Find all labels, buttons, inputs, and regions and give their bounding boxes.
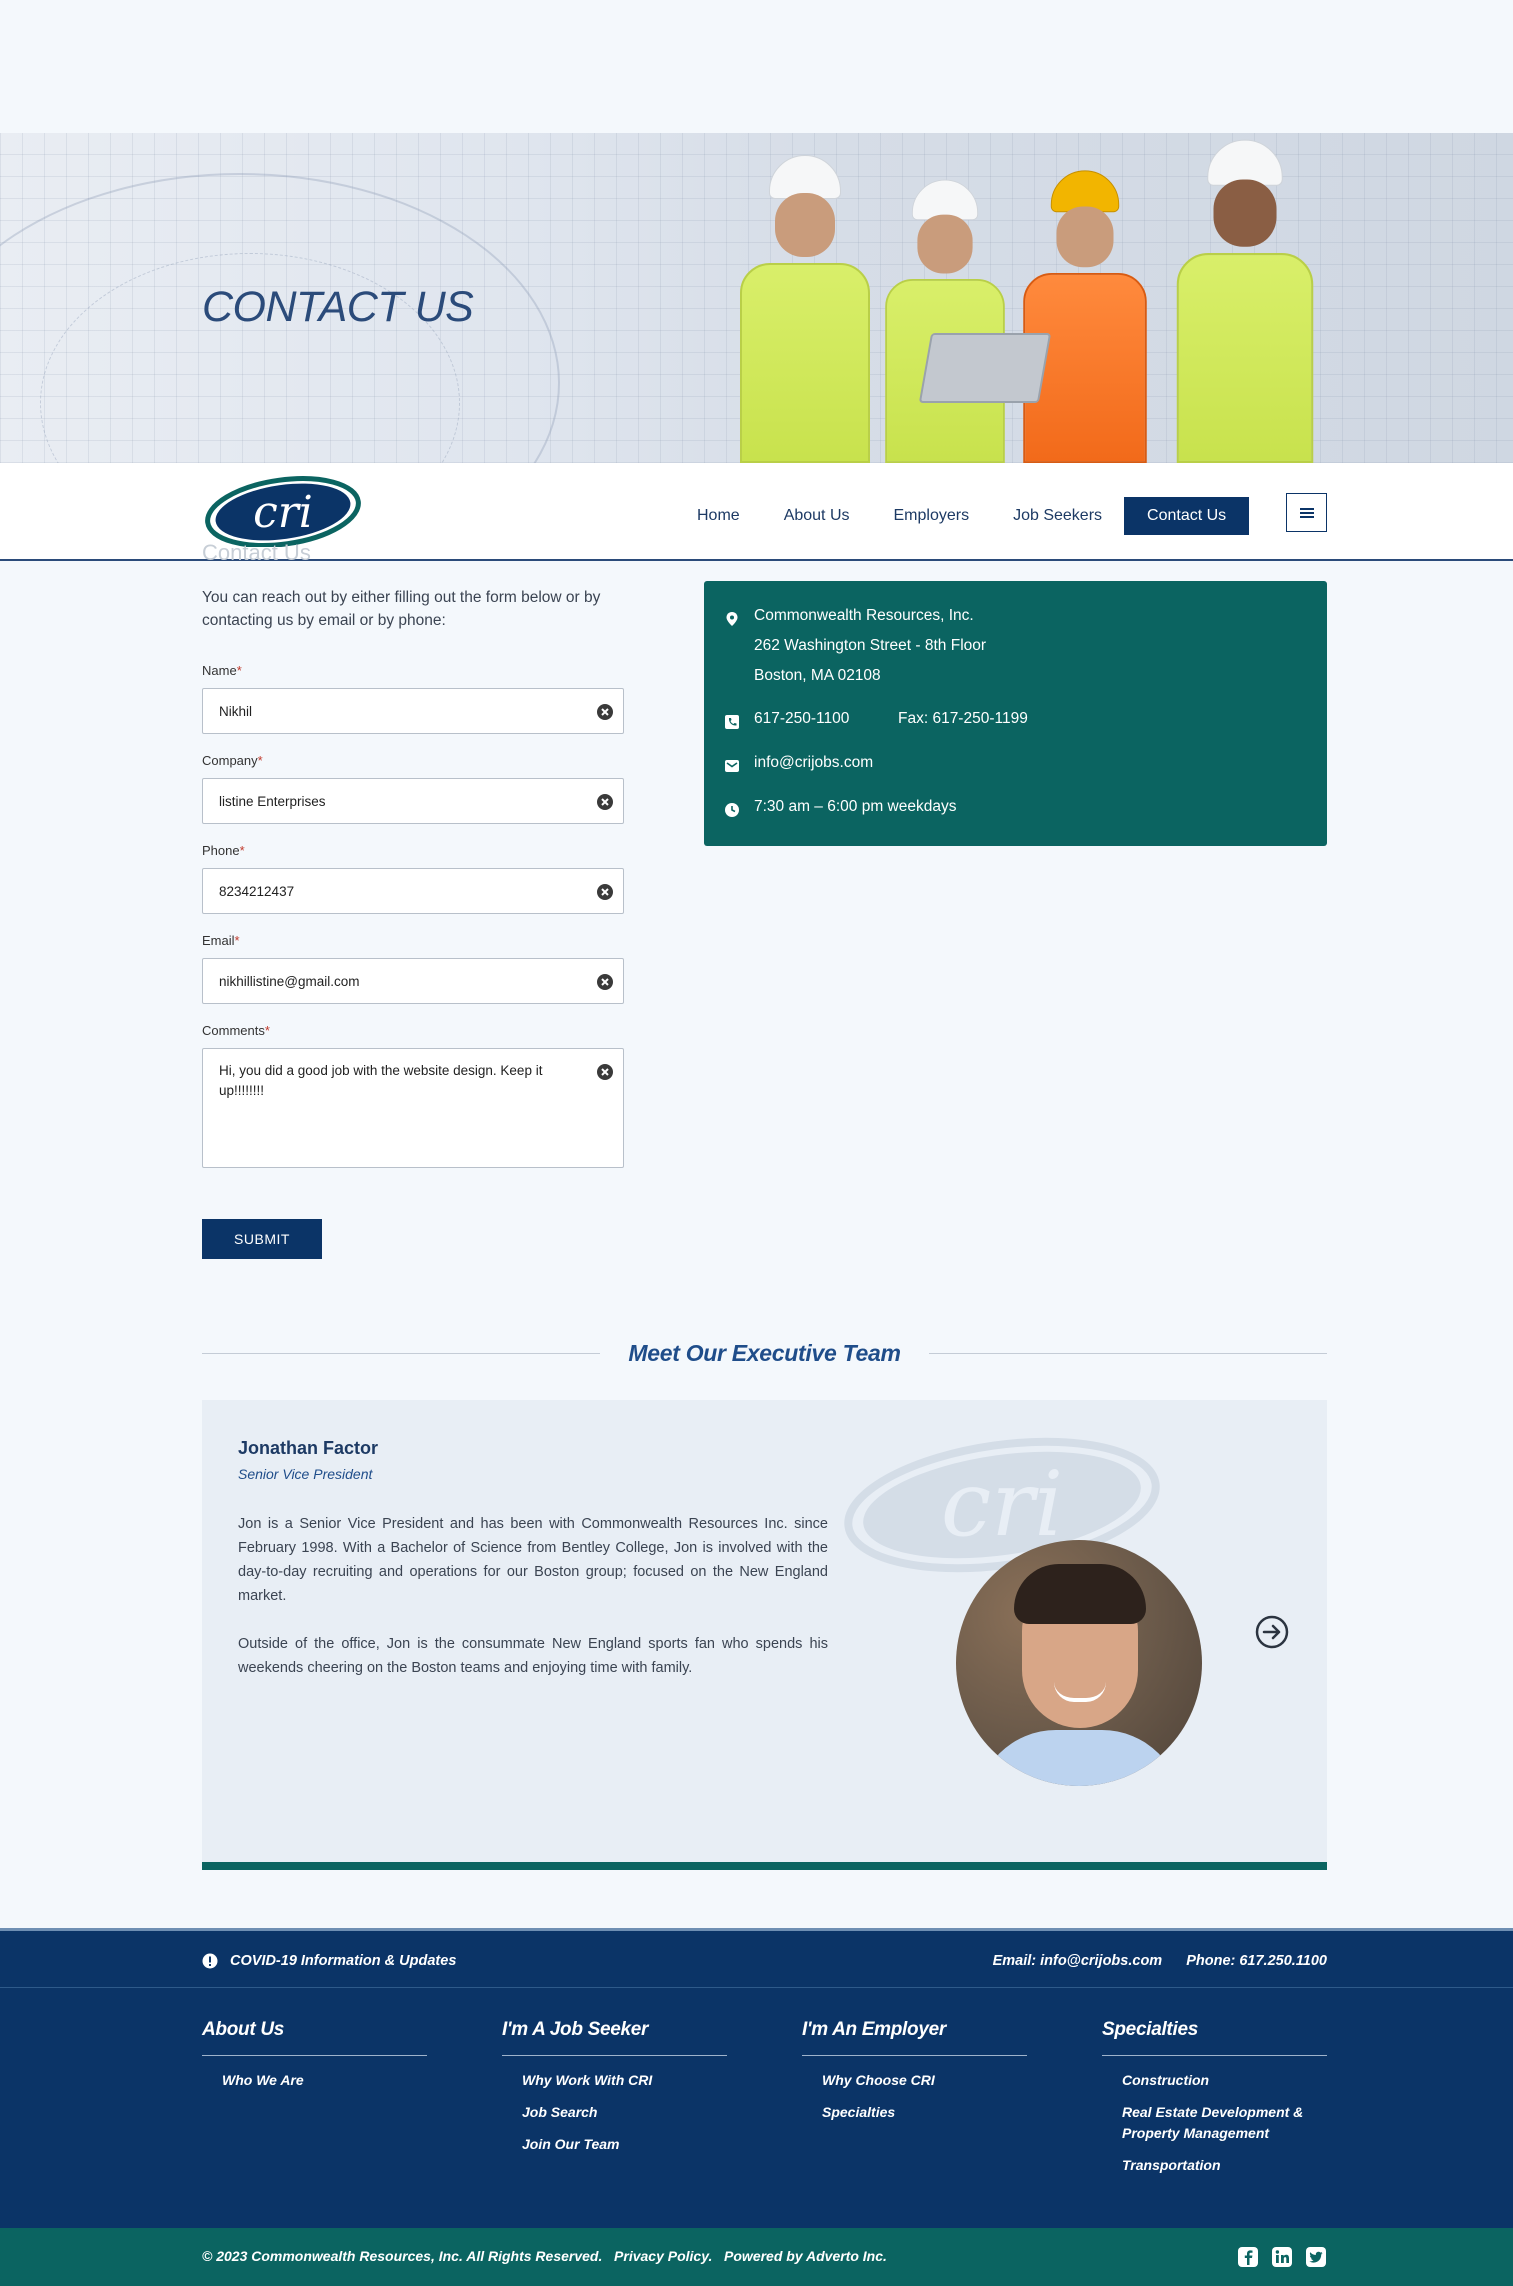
copyright-line: © 2023 Commonwealth Resources, Inc. All …	[202, 2248, 887, 2264]
footer-column-title: I'm A Job Seeker	[502, 2019, 727, 2056]
covid-link[interactable]: COVID-19 Information & Updates	[202, 1953, 456, 1969]
office-hours: 7:30 am – 6:00 pm weekdays	[754, 798, 957, 815]
hamburger-icon	[1299, 507, 1314, 518]
location-pin-icon	[726, 612, 738, 626]
phone-value: 8234212437	[219, 884, 295, 899]
copyright-text: © 2023 Commonwealth Resources, Inc. All …	[202, 2248, 603, 2264]
laptop-icon	[918, 333, 1052, 403]
executive-team-slider: cri Jonathan Factor Senior Vice Presiden…	[202, 1400, 1327, 1870]
footer-link[interactable]: Construction	[1122, 2070, 1327, 2091]
social-links	[1237, 2246, 1327, 2268]
footer-column-specialties: Specialties Construction Real Estate Dev…	[1102, 2019, 1327, 2187]
form-intro: You can reach out by either filling out …	[202, 589, 601, 629]
company-label: Company*	[202, 753, 263, 768]
hamburger-menu-button[interactable]	[1286, 493, 1327, 532]
fax-number: Fax: 617-250-1199	[898, 710, 1028, 727]
clear-icon[interactable]	[596, 1063, 614, 1081]
covid-link-text: COVID-19 Information & Updates	[230, 1953, 457, 1969]
team-heading-text: Meet Our Executive Team	[628, 1339, 901, 1366]
ghost-heading: Contact Us	[202, 540, 311, 565]
footer-column-employer: I'm An Employer Why Choose CRI Specialti…	[802, 2019, 1027, 2134]
exec-portrait	[956, 1540, 1202, 1786]
street-address: 262 Washington Street - 8th Floor	[754, 637, 987, 654]
worker-figure	[740, 155, 870, 463]
email-value: nikhillistine@gmail.com	[219, 974, 360, 989]
footer-link[interactable]: Transportation	[1122, 2155, 1327, 2176]
email-label: Email*	[202, 933, 240, 948]
name-field[interactable]: Nikhil	[202, 688, 624, 734]
phone-link[interactable]: 617-250-1100	[754, 708, 849, 730]
footer-phone-link[interactable]: Phone: 617.250.1100	[1186, 1953, 1327, 1969]
exec-bio-paragraph: Jon is a Senior Vice President and has b…	[238, 1516, 828, 1604]
nav-contact-us[interactable]: Contact Us	[1124, 497, 1250, 535]
nav-home[interactable]: Home	[675, 497, 762, 535]
svg-text:cri: cri	[941, 1452, 1063, 1557]
clear-icon[interactable]	[596, 973, 614, 991]
footer-link[interactable]: Real Estate Development & Property Manag…	[1122, 2102, 1327, 2144]
contact-info-card: Commonwealth Resources, Inc. 262 Washing…	[704, 581, 1327, 846]
exec-bio-paragraph: Outside of the office, Jon is the consum…	[238, 1636, 828, 1676]
envelope-icon	[725, 760, 739, 772]
company-field[interactable]: listine Enterprises	[202, 778, 624, 824]
nav-employers[interactable]: Employers	[872, 497, 992, 535]
exec-title: Senior Vice President	[238, 1466, 373, 1482]
exec-name: Jonathan Factor	[238, 1438, 379, 1458]
phone-field[interactable]: 8234212437	[202, 868, 624, 914]
comments-label: Comments*	[202, 1023, 270, 1038]
footer-link[interactable]: Join Our Team	[522, 2134, 727, 2155]
worker-figure	[1023, 170, 1147, 463]
footer-column-title: Specialties	[1102, 2019, 1327, 2056]
email-field[interactable]: nikhillistine@gmail.com	[202, 958, 624, 1004]
name-value: Nikhil	[219, 704, 253, 719]
clear-icon[interactable]	[596, 793, 614, 811]
footer-column-about: About Us Who We Are	[202, 2019, 427, 2102]
city-address: Boston, MA 02108	[754, 667, 881, 684]
clear-icon[interactable]	[596, 883, 614, 901]
name-label: Name*	[202, 663, 242, 678]
footer-column-title: I'm An Employer	[802, 2019, 1027, 2056]
facebook-icon[interactable]	[1237, 2246, 1259, 2268]
nav-about-us[interactable]: About Us	[762, 497, 872, 535]
footer-link[interactable]: Job Search	[522, 2102, 727, 2123]
phone-icon	[725, 715, 739, 729]
clear-icon[interactable]	[596, 703, 614, 721]
footer-email-link[interactable]: Email: info@crijobs.com	[993, 1953, 1163, 1969]
footer-link[interactable]: Why Choose CRI	[822, 2070, 1027, 2091]
cri-logo[interactable]: cri	[205, 475, 361, 547]
submit-button[interactable]: SUBMIT	[202, 1219, 322, 1259]
email-link[interactable]: info@crijobs.com	[754, 752, 873, 774]
exclamation-circle-icon	[202, 1953, 218, 1969]
privacy-policy-link[interactable]: Privacy Policy.	[614, 2248, 712, 2264]
footer-contact: Email: info@crijobs.com Phone: 617.250.1…	[993, 1953, 1327, 1969]
footer-divider	[0, 1987, 1513, 1988]
team-section-heading: Meet Our Executive Team	[202, 1333, 1328, 1373]
footer-link[interactable]: Who We Are	[222, 2070, 427, 2091]
main-nav: Home About Us Employers Job Seekers Cont…	[675, 497, 1250, 535]
clock-icon	[725, 803, 739, 817]
hero-banner: CONTACT US	[0, 133, 1513, 463]
company-name: Commonwealth Resources, Inc.	[754, 607, 974, 624]
footer-column-job-seeker: I'm A Job Seeker Why Work With CRI Job S…	[502, 2019, 727, 2166]
svg-text:cri: cri	[253, 487, 313, 538]
phone-label: Phone*	[202, 843, 245, 858]
comments-value: Hi, you did a good job with the website …	[219, 1063, 543, 1098]
worker-figure	[1176, 139, 1314, 463]
footer-link[interactable]: Why Work With CRI	[522, 2070, 727, 2091]
powered-by-link[interactable]: Powered by Adverto Inc.	[724, 2248, 887, 2264]
nav-job-seekers[interactable]: Job Seekers	[991, 497, 1124, 535]
arrow-right-circle-icon[interactable]	[1255, 1615, 1289, 1649]
footer-link[interactable]: Specialties	[822, 2102, 1027, 2123]
hero-workers-image	[720, 133, 1360, 463]
footer-column-title: About Us	[202, 2019, 427, 2056]
footer-bottom-bar: © 2023 Commonwealth Resources, Inc. All …	[0, 2228, 1513, 2286]
slider-accent-bar	[202, 1862, 1327, 1870]
twitter-icon[interactable]	[1305, 2246, 1327, 2268]
comments-textarea[interactable]: Hi, you did a good job with the website …	[202, 1048, 624, 1168]
page-title: CONTACT US	[202, 283, 474, 331]
company-value: listine Enterprises	[219, 794, 326, 809]
worker-figure	[885, 179, 1005, 463]
linkedin-icon[interactable]	[1271, 2246, 1293, 2268]
site-footer: COVID-19 Information & Updates Email: in…	[0, 1928, 1513, 2228]
